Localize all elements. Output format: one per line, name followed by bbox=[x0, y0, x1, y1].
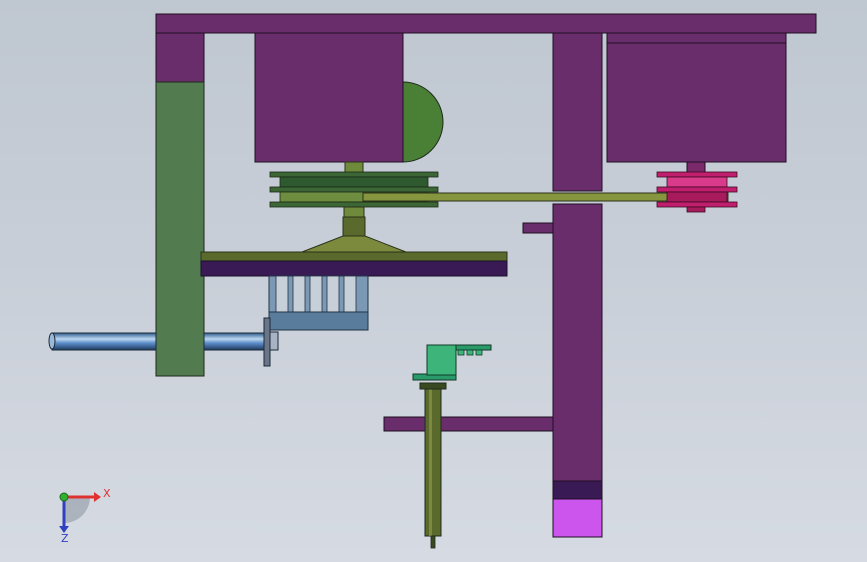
pulley-flange[interactable] bbox=[269, 186, 439, 193]
spindle-shaft[interactable] bbox=[343, 206, 365, 218]
shaft-right-section[interactable] bbox=[203, 332, 271, 351]
pulley-groove[interactable] bbox=[666, 191, 728, 203]
lower-arm[interactable] bbox=[383, 416, 554, 432]
left-pulley[interactable] bbox=[269, 171, 439, 208]
pulley-flange[interactable] bbox=[656, 201, 738, 208]
right-pulley[interactable] bbox=[656, 171, 738, 213]
cad-viewport[interactable]: X Z bbox=[0, 0, 867, 562]
cage-slot[interactable] bbox=[275, 275, 289, 313]
spindle-assembly[interactable] bbox=[200, 206, 508, 277]
turntable-top[interactable] bbox=[200, 251, 508, 262]
left-column-green[interactable] bbox=[155, 81, 205, 377]
top-frame-beam[interactable] bbox=[155, 13, 817, 34]
lifter-rod[interactable] bbox=[424, 387, 442, 537]
cage-slot[interactable] bbox=[326, 275, 340, 313]
bracket-tooth[interactable] bbox=[475, 349, 483, 356]
lifter-rod-highlight bbox=[429, 388, 432, 536]
shaft-left-section[interactable] bbox=[51, 332, 157, 351]
cage-slot[interactable] bbox=[292, 275, 306, 313]
bracket-block[interactable] bbox=[426, 344, 457, 376]
right-column-upper[interactable] bbox=[552, 32, 603, 192]
right-column-foot[interactable] bbox=[552, 498, 603, 538]
bracket-tooth[interactable] bbox=[466, 349, 474, 356]
y-axis-dot bbox=[59, 492, 69, 502]
pulley-flange[interactable] bbox=[269, 201, 439, 208]
left-motor[interactable] bbox=[254, 32, 444, 175]
x-axis-arrowhead bbox=[94, 492, 101, 502]
right-motor-body[interactable] bbox=[606, 42, 787, 163]
pulley-groove[interactable] bbox=[666, 176, 728, 188]
left-motor-body[interactable] bbox=[254, 32, 404, 163]
right-column-lower[interactable] bbox=[552, 203, 603, 482]
pulley-flange[interactable] bbox=[269, 171, 439, 178]
pulley-flange[interactable] bbox=[656, 171, 738, 178]
blade-cage[interactable] bbox=[268, 275, 369, 331]
right-column-dark-band[interactable] bbox=[552, 480, 603, 500]
assembly-drawing[interactable]: X Z bbox=[0, 0, 867, 562]
pulley-flange[interactable] bbox=[656, 186, 738, 193]
lifter-tip[interactable] bbox=[430, 535, 436, 549]
cage-slot[interactable] bbox=[309, 275, 323, 313]
coordinate-triad: X Z bbox=[59, 487, 111, 545]
bracket-arm[interactable] bbox=[455, 344, 492, 351]
spindle-hub[interactable] bbox=[342, 216, 366, 238]
left-column-upper[interactable] bbox=[155, 32, 205, 83]
shaft-end[interactable] bbox=[48, 332, 56, 350]
right-motor-mount[interactable] bbox=[606, 32, 787, 44]
pulley-groove[interactable] bbox=[279, 176, 429, 188]
vertical-lifter[interactable] bbox=[412, 344, 492, 549]
spindle-cone[interactable] bbox=[301, 235, 407, 253]
z-axis-label: Z bbox=[61, 532, 69, 545]
right-column-tab[interactable] bbox=[522, 222, 554, 234]
cage-slot[interactable] bbox=[343, 275, 357, 313]
triad-shadow bbox=[64, 497, 90, 523]
pulley-hub[interactable] bbox=[686, 206, 706, 213]
motor-end-cap[interactable] bbox=[402, 81, 444, 163]
shaft-collar[interactable] bbox=[263, 317, 271, 367]
turntable-base[interactable] bbox=[200, 260, 508, 277]
lifter-collar[interactable] bbox=[419, 382, 447, 390]
x-axis-label: X bbox=[103, 487, 111, 500]
right-motor[interactable] bbox=[606, 32, 787, 175]
shaft-nut[interactable] bbox=[269, 331, 279, 351]
cage-base[interactable] bbox=[268, 311, 369, 331]
bracket-tooth[interactable] bbox=[457, 349, 465, 356]
